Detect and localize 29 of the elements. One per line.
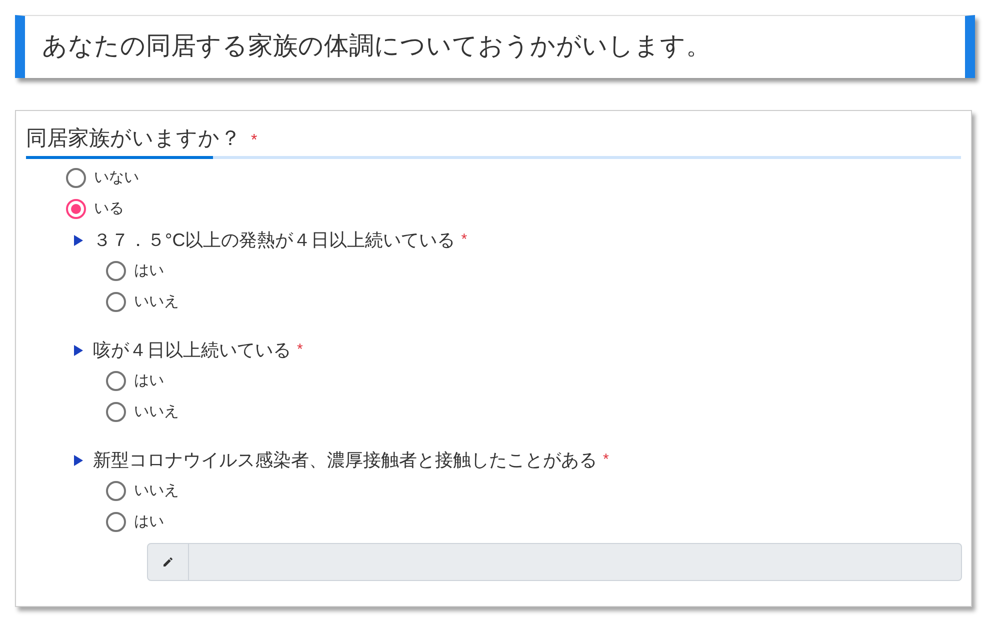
option-label: いいえ xyxy=(134,292,179,312)
required-mark: * xyxy=(461,230,468,250)
radio-button[interactable] xyxy=(106,481,126,501)
required-mark: * xyxy=(603,450,609,470)
radio-button[interactable] xyxy=(106,402,126,422)
triangle-icon xyxy=(74,345,83,356)
radio-button[interactable] xyxy=(106,512,126,532)
option-label: いる xyxy=(94,198,124,219)
radio-button[interactable] xyxy=(106,292,126,312)
pencil-icon xyxy=(162,556,174,568)
radio-button[interactable] xyxy=(66,199,86,219)
triangle-icon xyxy=(74,235,83,246)
option-label: いない xyxy=(94,168,139,188)
radio-button[interactable] xyxy=(106,261,126,281)
required-mark: * xyxy=(251,131,258,151)
option-label: はい xyxy=(134,260,164,281)
option-label: いいえ xyxy=(134,402,179,422)
option-label: いいえ xyxy=(134,480,179,501)
sub-question-label: 新型コロナウイルス感染者、濃厚接触者と接触したことがある xyxy=(93,449,597,472)
option-label: はい xyxy=(134,512,164,532)
radio-button[interactable] xyxy=(106,371,126,391)
question-label: 同居家族がいますか？ xyxy=(26,126,241,152)
sub-question-label: ３７．５°C以上の発熱が４日以上続いている xyxy=(93,229,456,252)
triangle-icon xyxy=(74,455,83,466)
option-label: はい xyxy=(134,370,164,391)
sub-question-label: 咳が４日以上続いている xyxy=(93,339,291,362)
radio-button[interactable] xyxy=(66,168,86,188)
required-mark: * xyxy=(297,340,303,360)
page-title: あなたの同居する家族の体調についておうかがいします。 xyxy=(41,31,711,62)
